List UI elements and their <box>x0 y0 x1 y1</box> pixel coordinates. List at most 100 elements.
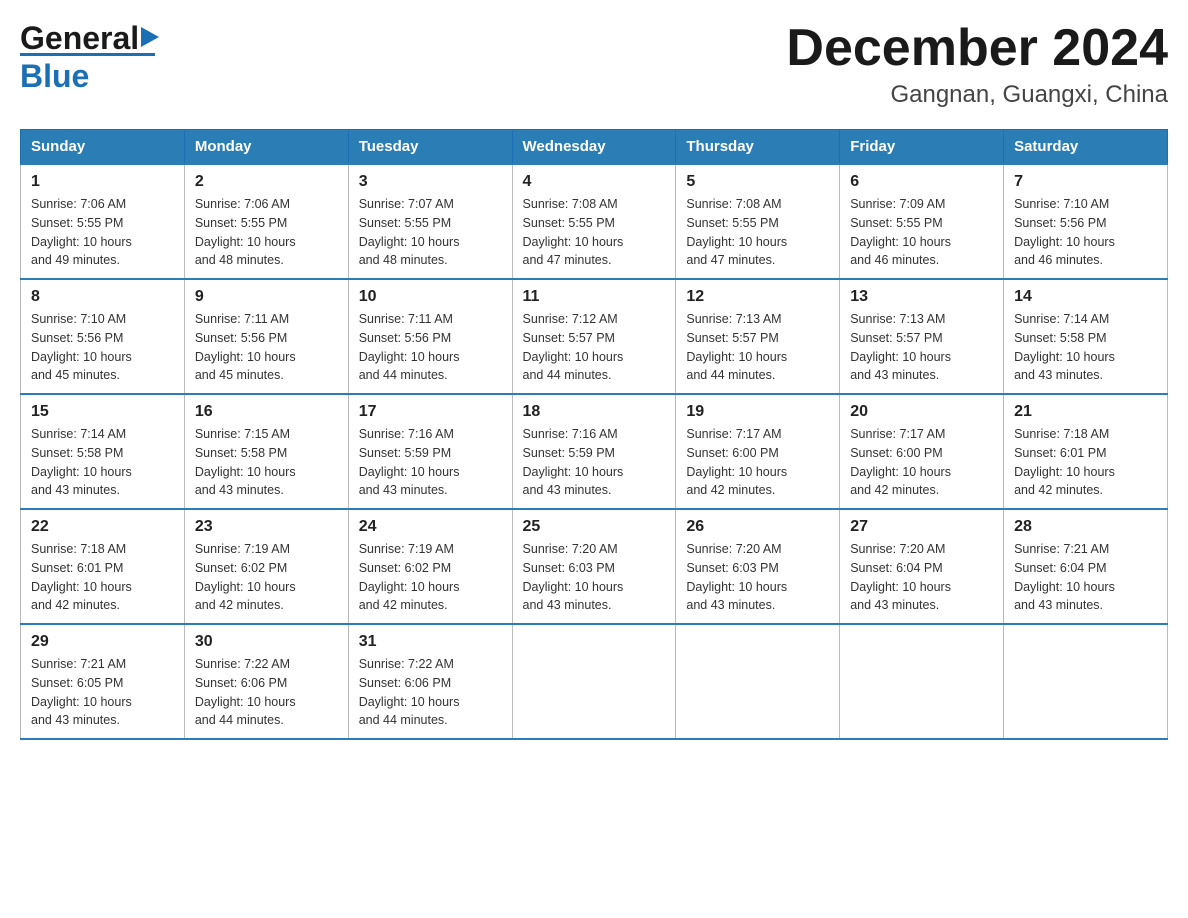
day-info: Sunrise: 7:13 AM Sunset: 5:57 PM Dayligh… <box>850 310 993 385</box>
day-number: 23 <box>195 518 338 536</box>
header-sunday: Sunday <box>21 130 185 165</box>
day-number: 29 <box>31 633 174 651</box>
header-tuesday: Tuesday <box>348 130 512 165</box>
table-row <box>1004 624 1168 739</box>
day-info: Sunrise: 7:16 AM Sunset: 5:59 PM Dayligh… <box>359 425 502 500</box>
table-row: 26 Sunrise: 7:20 AM Sunset: 6:03 PM Dayli… <box>676 509 840 624</box>
day-info: Sunrise: 7:06 AM Sunset: 5:55 PM Dayligh… <box>31 195 174 270</box>
table-row <box>840 624 1004 739</box>
day-number: 2 <box>195 173 338 191</box>
table-row: 22 Sunrise: 7:18 AM Sunset: 6:01 PM Dayli… <box>21 509 185 624</box>
day-info: Sunrise: 7:19 AM Sunset: 6:02 PM Dayligh… <box>359 540 502 615</box>
table-row <box>676 624 840 739</box>
page-subtitle: Gangnan, Guangxi, China <box>786 81 1168 109</box>
day-info: Sunrise: 7:19 AM Sunset: 6:02 PM Dayligh… <box>195 540 338 615</box>
day-number: 7 <box>1014 173 1157 191</box>
day-number: 28 <box>1014 518 1157 536</box>
day-number: 3 <box>359 173 502 191</box>
page-title: December 2024 <box>786 20 1168 77</box>
day-number: 18 <box>523 403 666 421</box>
day-info: Sunrise: 7:08 AM Sunset: 5:55 PM Dayligh… <box>523 195 666 270</box>
table-row: 31 Sunrise: 7:22 AM Sunset: 6:06 PM Dayli… <box>348 624 512 739</box>
table-row: 24 Sunrise: 7:19 AM Sunset: 6:02 PM Dayli… <box>348 509 512 624</box>
day-info: Sunrise: 7:22 AM Sunset: 6:06 PM Dayligh… <box>359 655 502 730</box>
day-info: Sunrise: 7:18 AM Sunset: 6:01 PM Dayligh… <box>1014 425 1157 500</box>
day-number: 31 <box>359 633 502 651</box>
day-info: Sunrise: 7:10 AM Sunset: 5:56 PM Dayligh… <box>31 310 174 385</box>
day-info: Sunrise: 7:16 AM Sunset: 5:59 PM Dayligh… <box>523 425 666 500</box>
day-number: 24 <box>359 518 502 536</box>
logo-blue: Blue <box>20 58 89 94</box>
logo-line <box>20 53 155 56</box>
table-row: 14 Sunrise: 7:14 AM Sunset: 5:58 PM Dayli… <box>1004 279 1168 394</box>
header-saturday: Saturday <box>1004 130 1168 165</box>
day-info: Sunrise: 7:20 AM Sunset: 6:03 PM Dayligh… <box>686 540 829 615</box>
day-number: 11 <box>523 288 666 306</box>
table-row: 18 Sunrise: 7:16 AM Sunset: 5:59 PM Dayli… <box>512 394 676 509</box>
day-info: Sunrise: 7:14 AM Sunset: 5:58 PM Dayligh… <box>31 425 174 500</box>
table-row: 10Sunrise: 7:11 AM Sunset: 5:56 PM Dayli… <box>348 279 512 394</box>
day-number: 19 <box>686 403 829 421</box>
table-row: 25Sunrise: 7:20 AM Sunset: 6:03 PM Dayli… <box>512 509 676 624</box>
day-info: Sunrise: 7:17 AM Sunset: 6:00 PM Dayligh… <box>850 425 993 500</box>
table-row: 27Sunrise: 7:20 AM Sunset: 6:04 PM Dayli… <box>840 509 1004 624</box>
logo-triangle-icon <box>141 23 163 51</box>
day-info: Sunrise: 7:20 AM Sunset: 6:04 PM Dayligh… <box>850 540 993 615</box>
day-number: 9 <box>195 288 338 306</box>
table-row: 12 Sunrise: 7:13 AM Sunset: 5:57 PM Dayli… <box>676 279 840 394</box>
table-row: 11 Sunrise: 7:12 AM Sunset: 5:57 PM Dayli… <box>512 279 676 394</box>
day-number: 20 <box>850 403 993 421</box>
table-row: 16 Sunrise: 7:15 AM Sunset: 5:58 PM Dayli… <box>184 394 348 509</box>
day-info: Sunrise: 7:14 AM Sunset: 5:58 PM Dayligh… <box>1014 310 1157 385</box>
title-block: December 2024 Gangnan, Guangxi, China <box>786 20 1168 109</box>
day-info: Sunrise: 7:15 AM Sunset: 5:58 PM Dayligh… <box>195 425 338 500</box>
day-number: 4 <box>523 173 666 191</box>
table-row: 23 Sunrise: 7:19 AM Sunset: 6:02 PM Dayli… <box>184 509 348 624</box>
table-row: 21Sunrise: 7:18 AM Sunset: 6:01 PM Dayli… <box>1004 394 1168 509</box>
day-number: 1 <box>31 173 174 191</box>
day-number: 5 <box>686 173 829 191</box>
logo: General Blue <box>20 20 163 95</box>
header-friday: Friday <box>840 130 1004 165</box>
table-row: 13 Sunrise: 7:13 AM Sunset: 5:57 PM Dayli… <box>840 279 1004 394</box>
table-row: 30 Sunrise: 7:22 AM Sunset: 6:06 PM Dayli… <box>184 624 348 739</box>
day-number: 6 <box>850 173 993 191</box>
table-row: 29 Sunrise: 7:21 AM Sunset: 6:05 PM Dayli… <box>21 624 185 739</box>
day-info: Sunrise: 7:20 AM Sunset: 6:03 PM Dayligh… <box>523 540 666 615</box>
calendar-week-row: 29 Sunrise: 7:21 AM Sunset: 6:05 PM Dayli… <box>21 624 1168 739</box>
table-row: 2 Sunrise: 7:06 AM Sunset: 5:55 PM Daylig… <box>184 164 348 279</box>
day-info: Sunrise: 7:18 AM Sunset: 6:01 PM Dayligh… <box>31 540 174 615</box>
day-info: Sunrise: 7:06 AM Sunset: 5:55 PM Dayligh… <box>195 195 338 270</box>
day-info: Sunrise: 7:08 AM Sunset: 5:55 PM Dayligh… <box>686 195 829 270</box>
logo-general: General <box>20 20 139 57</box>
day-number: 30 <box>195 633 338 651</box>
table-row <box>512 624 676 739</box>
calendar-week-row: 15 Sunrise: 7:14 AM Sunset: 5:58 PM Dayli… <box>21 394 1168 509</box>
page-header: General Blue December 2024 Gangnan, Guan… <box>20 20 1168 109</box>
day-number: 8 <box>31 288 174 306</box>
calendar-week-row: 22 Sunrise: 7:18 AM Sunset: 6:01 PM Dayli… <box>21 509 1168 624</box>
day-number: 22 <box>31 518 174 536</box>
day-number: 14 <box>1014 288 1157 306</box>
table-row: 1 Sunrise: 7:06 AM Sunset: 5:55 PM Daylig… <box>21 164 185 279</box>
calendar-header-row: Sunday Monday Tuesday Wednesday Thursday… <box>21 130 1168 165</box>
header-wednesday: Wednesday <box>512 130 676 165</box>
day-info: Sunrise: 7:11 AM Sunset: 5:56 PM Dayligh… <box>195 310 338 385</box>
day-info: Sunrise: 7:12 AM Sunset: 5:57 PM Dayligh… <box>523 310 666 385</box>
calendar-week-row: 1 Sunrise: 7:06 AM Sunset: 5:55 PM Daylig… <box>21 164 1168 279</box>
day-info: Sunrise: 7:21 AM Sunset: 6:05 PM Dayligh… <box>31 655 174 730</box>
day-info: Sunrise: 7:07 AM Sunset: 5:55 PM Dayligh… <box>359 195 502 270</box>
header-thursday: Thursday <box>676 130 840 165</box>
table-row: 6Sunrise: 7:09 AM Sunset: 5:55 PM Daylig… <box>840 164 1004 279</box>
day-info: Sunrise: 7:22 AM Sunset: 6:06 PM Dayligh… <box>195 655 338 730</box>
day-number: 12 <box>686 288 829 306</box>
day-info: Sunrise: 7:11 AM Sunset: 5:56 PM Dayligh… <box>359 310 502 385</box>
day-number: 15 <box>31 403 174 421</box>
table-row: 19Sunrise: 7:17 AM Sunset: 6:00 PM Dayli… <box>676 394 840 509</box>
table-row: 4 Sunrise: 7:08 AM Sunset: 5:55 PM Daylig… <box>512 164 676 279</box>
day-number: 13 <box>850 288 993 306</box>
day-info: Sunrise: 7:13 AM Sunset: 5:57 PM Dayligh… <box>686 310 829 385</box>
day-info: Sunrise: 7:21 AM Sunset: 6:04 PM Dayligh… <box>1014 540 1157 615</box>
day-number: 26 <box>686 518 829 536</box>
day-number: 16 <box>195 403 338 421</box>
